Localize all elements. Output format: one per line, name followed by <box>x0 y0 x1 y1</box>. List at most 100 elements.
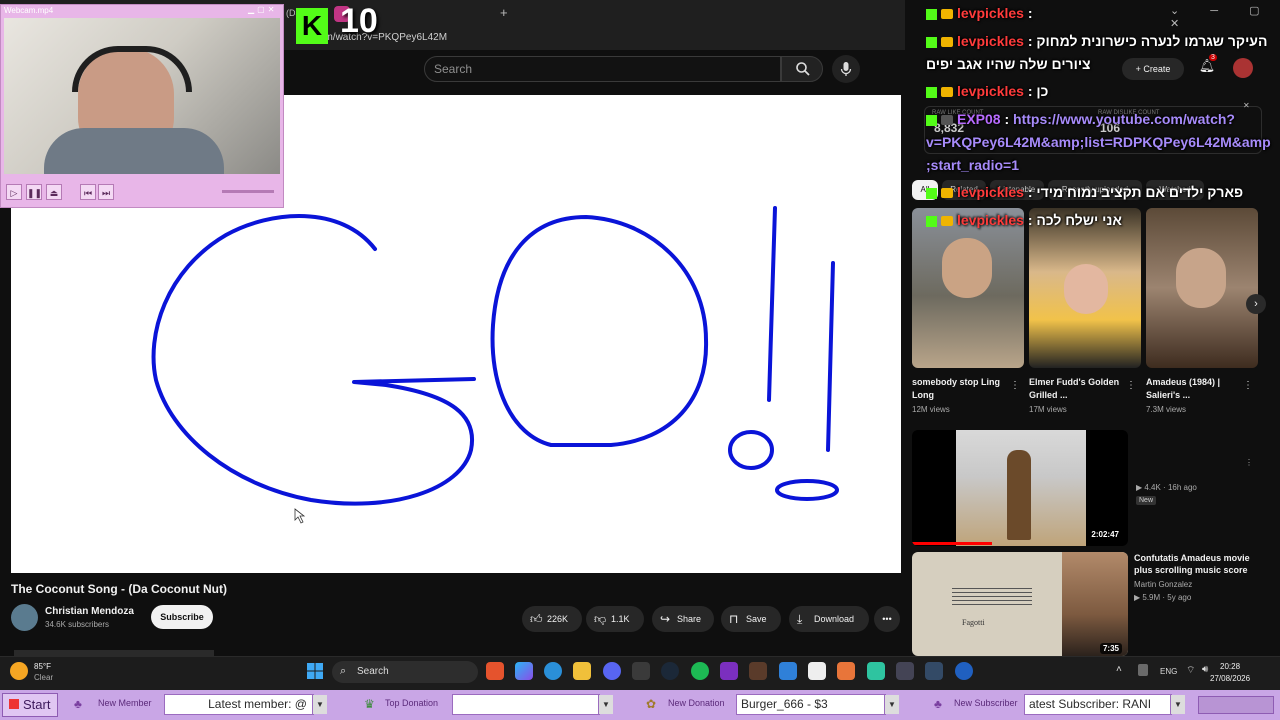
webcam-window-controls[interactable]: ▁▢✕ <box>248 5 277 14</box>
steam-icon[interactable] <box>661 662 679 680</box>
download-label: Download <box>814 614 855 624</box>
kick-badge-icon <box>926 36 937 48</box>
network-icon[interactable]: ⌔ <box>1186 664 1195 677</box>
new-subscriber-field[interactable]: atest Subscriber: RANI <box>1024 694 1172 715</box>
spotify-icon[interactable] <box>691 662 709 680</box>
voice-search-button[interactable] <box>832 55 860 83</box>
subscribe-button[interactable]: Subscribe <box>151 605 213 629</box>
window-controls[interactable]: ⌄ ─ ▢ ✕ <box>1170 4 1280 30</box>
more-vert-icon[interactable]: ⋮ <box>1010 380 1020 391</box>
next-icon[interactable]: ⏭ <box>98 184 114 200</box>
weather-temperature[interactable]: 85°F <box>34 662 51 671</box>
new-tab-icon[interactable]: + <box>500 5 508 20</box>
play-icon[interactable]: ▷ <box>6 184 22 200</box>
short-title[interactable]: Elmer Fudd's Golden Grilled ... <box>1029 376 1125 402</box>
share-button[interactable]: ↪ Share <box>652 606 714 632</box>
new-member-label: New Member <box>98 698 152 708</box>
dropdown-arrow-icon[interactable]: ▼ <box>312 695 327 714</box>
member-icon: ♣ <box>74 697 82 711</box>
eject-icon[interactable]: ⏏ <box>46 184 62 200</box>
app-icon[interactable] <box>955 662 973 680</box>
more-actions-button[interactable]: ••• <box>874 606 900 632</box>
app-icon[interactable] <box>720 662 738 680</box>
rec-channel[interactable]: Martin Gonzalez <box>1134 580 1192 589</box>
new-subscriber-label: New Subscriber <box>954 698 1018 708</box>
kick-badge-icon <box>926 114 937 126</box>
create-button[interactable]: + Create <box>1122 58 1184 80</box>
search-input[interactable] <box>424 56 781 82</box>
notepad-icon[interactable] <box>808 662 826 680</box>
windows-start-icon[interactable] <box>306 662 324 685</box>
download-button[interactable]: ⤓ Download <box>789 606 869 632</box>
channel-name[interactable]: Christian Mendoza <box>45 606 134 617</box>
search-button[interactable] <box>781 56 823 82</box>
dropdown-arrow-icon[interactable]: ▼ <box>884 695 899 714</box>
chat-text: פארק ילדים אם תקציב נמוח מידי <box>1036 184 1244 200</box>
taskbar-search[interactable] <box>332 661 478 683</box>
more-vert-icon[interactable]: ⋮ <box>1245 458 1253 467</box>
short-thumbnail[interactable] <box>912 208 1024 368</box>
chat-username: levpickles <box>957 33 1024 49</box>
discord-icon[interactable] <box>603 662 621 680</box>
like-button[interactable]: 👍︎ 226K <box>522 606 582 632</box>
app-icon[interactable] <box>837 662 855 680</box>
weather-sun-icon[interactable] <box>10 662 28 680</box>
kick-badge-icon <box>926 215 937 227</box>
new-donation-field[interactable]: Burger_666 - $3 <box>736 694 886 715</box>
notifications-button[interactable]: 🔔︎ 3 <box>1197 54 1217 78</box>
volume-icon[interactable]: 🔊︎ <box>1202 664 1208 675</box>
start-button[interactable]: Start <box>2 693 58 717</box>
chat-username: levpickles <box>957 5 1024 21</box>
more-vert-icon[interactable]: ⋮ <box>1126 380 1136 391</box>
dropdown-arrow-icon[interactable]: ▼ <box>1170 695 1185 714</box>
app-icon[interactable] <box>867 662 885 680</box>
app-icon[interactable] <box>749 662 767 680</box>
chat-message-cont: ציורים שלה שהיו אגב יפים <box>926 56 1091 72</box>
webcam-video <box>4 18 280 174</box>
top-donation-field[interactable] <box>452 694 600 715</box>
avatar-icon <box>941 115 953 126</box>
app-icon[interactable] <box>896 662 914 680</box>
bookmark-icon: ⊓ <box>729 612 739 626</box>
close-stats-icon[interactable]: ✕ <box>1243 101 1250 110</box>
rec-title[interactable]: Confutatis Amadeus movie plus scrolling … <box>1134 552 1264 576</box>
previous-icon[interactable]: ⏮ <box>80 184 96 200</box>
more-vert-icon[interactable]: ⋮ <box>1243 380 1253 391</box>
clock-date[interactable]: 27/08/2026 <box>1210 674 1250 683</box>
short-title[interactable]: Amadeus (1984) | Salieri's ... <box>1146 376 1242 402</box>
vscode-icon[interactable] <box>779 662 797 680</box>
weather-condition[interactable]: Clear <box>34 673 53 682</box>
crown-icon <box>941 37 953 48</box>
webcam-title: Webcam.mp4 <box>4 6 54 15</box>
store-icon[interactable] <box>632 662 650 680</box>
clock-time[interactable]: 20:28 <box>1220 662 1240 671</box>
edge-icon[interactable] <box>544 662 562 680</box>
short-thumbnail[interactable] <box>1146 208 1258 368</box>
user-avatar[interactable] <box>1233 58 1253 78</box>
language-indicator[interactable]: ENG <box>1160 667 1177 676</box>
recommendation-thumbnail[interactable]: Fagotti 7:35 <box>912 552 1128 656</box>
short-thumbnail[interactable] <box>1029 208 1141 368</box>
dropdown-arrow-icon[interactable]: ▼ <box>598 695 613 714</box>
steam-icon[interactable] <box>925 662 943 680</box>
copilot-icon[interactable] <box>515 662 533 680</box>
save-button[interactable]: ⊓ Save <box>721 606 781 632</box>
new-member-field[interactable]: Latest member: @ <box>164 694 314 715</box>
tray-chevron-icon[interactable]: ˄ <box>1116 664 1122 675</box>
volume-slider[interactable] <box>222 190 274 193</box>
headphones-shape <box>72 46 192 92</box>
channel-avatar[interactable] <box>11 604 38 631</box>
download-icon: ⤓ <box>797 612 803 626</box>
folder-icon[interactable] <box>573 662 591 680</box>
rec-meta-text: 5.9M · 5y ago <box>1142 593 1192 602</box>
system-tray-widget[interactable] <box>1198 696 1274 714</box>
recommendation-thumbnail[interactable]: 2:02:47 <box>912 430 1128 546</box>
chat-message: levpickles : העיקר שגרמו לנערה כישרונית … <box>926 33 1267 49</box>
pause-icon[interactable]: ❚❚ <box>26 184 42 200</box>
dislike-button[interactable]: 👎︎ 1.1K <box>586 606 644 632</box>
chevron-right-icon[interactable]: › <box>1246 294 1266 314</box>
brave-icon[interactable] <box>486 662 504 680</box>
tray-app-icon[interactable] <box>1138 664 1148 676</box>
notification-count: 3 <box>1209 54 1217 61</box>
short-title[interactable]: somebody stop Ling Long <box>912 376 1008 402</box>
